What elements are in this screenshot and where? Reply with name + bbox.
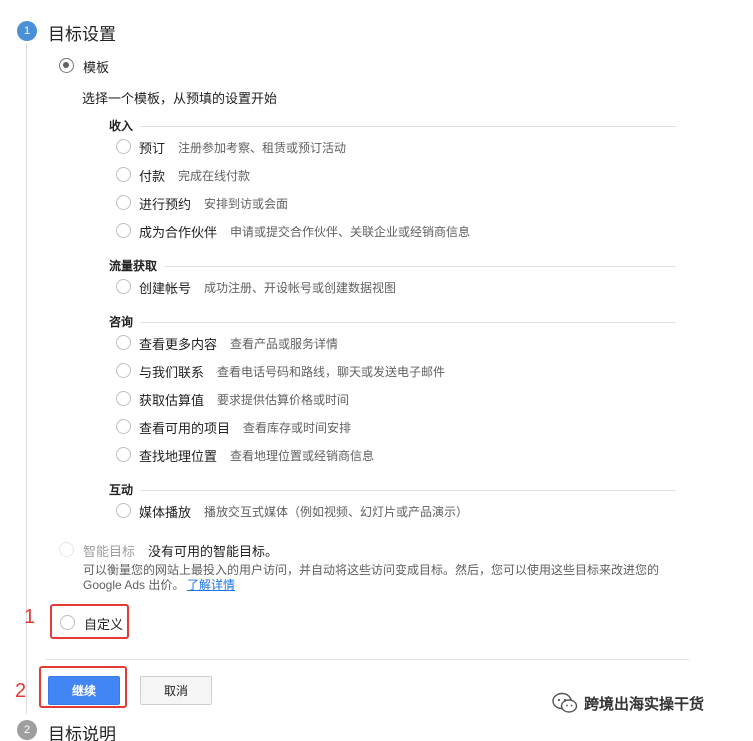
section-divider — [164, 266, 676, 267]
smart-goal-status: 没有可用的智能目标。 — [148, 544, 279, 559]
goal-radio-estimate[interactable] — [116, 391, 131, 406]
goal-radio-payment[interactable] — [116, 167, 131, 182]
goal-label: 媒体播放 — [139, 505, 192, 520]
goal-label: 创建帐号 — [139, 281, 192, 296]
goal-desc: 播放交互式媒体（例如视频、幻灯片或产品演示） — [204, 505, 469, 519]
step-1-indicator: 1 — [17, 21, 37, 41]
annotation-number-1: 1 — [24, 606, 36, 628]
goal-desc: 要求提供估算价格或时间 — [217, 393, 350, 407]
goal-label: 查看更多内容 — [139, 337, 218, 352]
goal-radio-view-more[interactable] — [116, 335, 131, 350]
wechat-icon — [552, 692, 578, 713]
goal-desc: 申请或提交合作伙伴、关联企业或经销商信息 — [230, 225, 471, 239]
smart-goal-label: 智能目标 — [83, 544, 136, 559]
learn-more-link[interactable]: 了解详情 — [187, 576, 235, 593]
goal-label: 付款 — [139, 169, 166, 184]
cancel-button[interactable]: 取消 — [140, 676, 212, 705]
goal-desc: 查看产品或服务详情 — [230, 337, 339, 351]
goal-radio-create-account[interactable] — [116, 279, 131, 294]
goal-desc: 查看库存或时间安排 — [243, 421, 352, 435]
goal-label: 查看可用的项目 — [139, 421, 231, 436]
watermark: 跨境出海实操干货 — [552, 692, 704, 714]
goal-desc: 查看电话号码和路线，聊天或发送电子邮件 — [217, 365, 446, 379]
goal-desc: 安排到访或会面 — [204, 197, 289, 211]
custom-radio[interactable] — [60, 615, 75, 630]
goal-radio-location[interactable] — [116, 447, 131, 462]
actions-divider — [46, 659, 689, 660]
step-2-title: 目标说明 — [48, 725, 116, 741]
smart-goal-radio[interactable] — [59, 542, 74, 557]
section-title-inquiry: 咨询 — [109, 315, 134, 329]
goal-radio-booking[interactable] — [116, 139, 131, 154]
continue-button[interactable]: 继续 — [48, 676, 120, 705]
annotation-number-2: 2 — [15, 680, 27, 702]
smart-goal-description-cont: Google Ads 出价。 — [83, 578, 185, 592]
goal-desc: 查看地理位置或经销商信息 — [230, 449, 375, 463]
goal-label: 进行预约 — [139, 197, 192, 212]
goal-desc: 完成在线付款 — [178, 169, 251, 183]
goal-desc: 成功注册、开设帐号或创建数据视图 — [204, 281, 397, 295]
goal-label: 获取估算值 — [139, 393, 205, 408]
goal-label: 与我们联系 — [139, 365, 205, 380]
template-label: 模板 — [83, 60, 110, 75]
section-title-revenue: 收入 — [109, 119, 134, 133]
goal-label: 预订 — [139, 141, 166, 156]
goal-radio-available[interactable] — [116, 419, 131, 434]
goal-radio-contact[interactable] — [116, 363, 131, 378]
goal-label: 成为合作伙伴 — [139, 225, 218, 240]
template-radio[interactable] — [59, 58, 74, 73]
section-divider — [140, 322, 676, 323]
goal-label: 查找地理位置 — [139, 449, 218, 464]
step-2-indicator: 2 — [17, 720, 37, 740]
section-divider — [140, 126, 676, 127]
watermark-text: 跨境出海实操干货 — [584, 695, 705, 713]
goal-desc: 注册参加考察、租赁或预订活动 — [178, 141, 347, 155]
section-divider — [140, 490, 676, 491]
step-1-number: 1 — [23, 25, 31, 37]
step-1-title: 目标设置 — [48, 25, 116, 44]
custom-label: 自定义 — [84, 617, 124, 632]
goal-radio-media-play[interactable] — [116, 503, 131, 518]
section-title-engagement: 互动 — [109, 483, 134, 497]
goal-radio-appointment[interactable] — [116, 195, 131, 210]
section-title-acquisition: 流量获取 — [109, 259, 158, 273]
goal-radio-partner[interactable] — [116, 223, 131, 238]
template-subtitle: 选择一个模板，从预填的设置开始 — [82, 91, 278, 106]
step-2-number: 2 — [23, 724, 31, 736]
